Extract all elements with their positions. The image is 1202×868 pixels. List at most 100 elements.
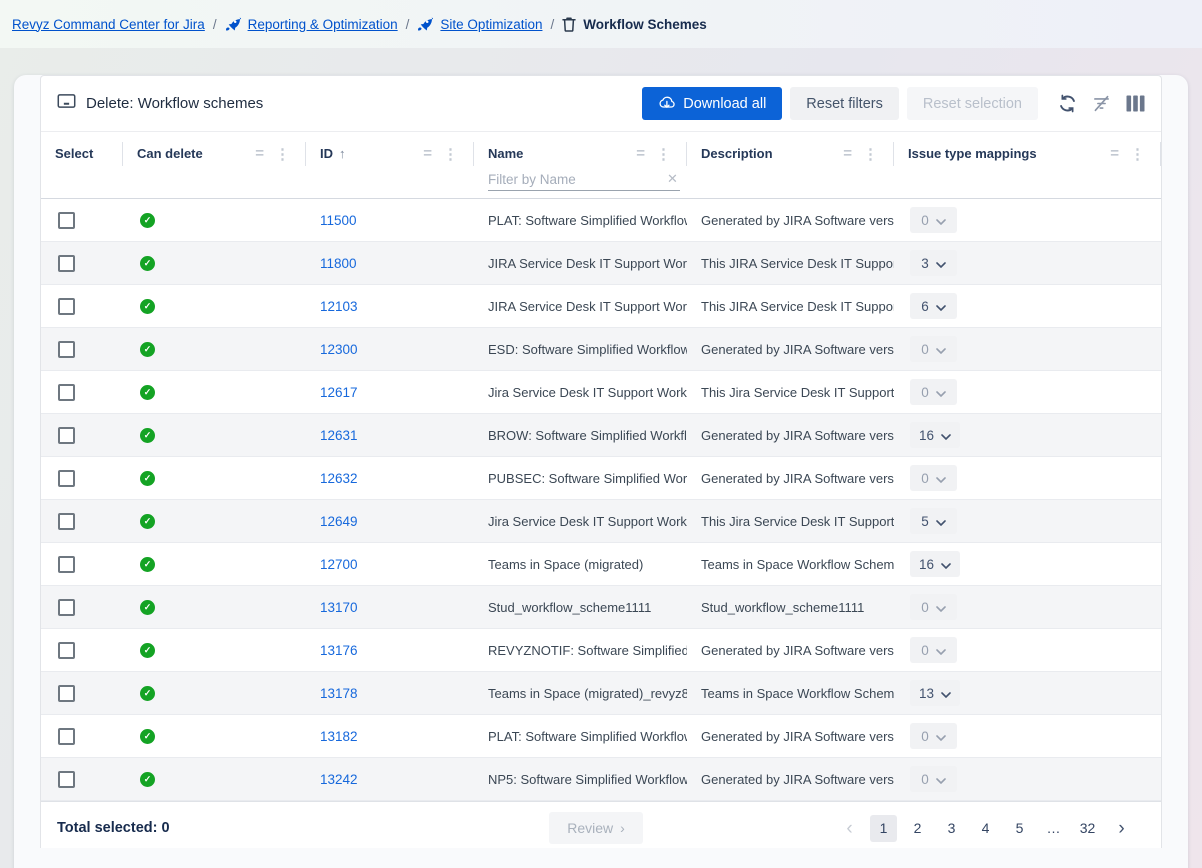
row-select-checkbox[interactable]: [58, 298, 75, 315]
breadcrumb-link[interactable]: Revyz Command Center for Jira: [12, 17, 205, 32]
mappings-count: 16: [919, 557, 934, 572]
id-cell: 12103: [306, 285, 474, 327]
columns-icon[interactable]: [1126, 95, 1145, 112]
id-link[interactable]: 13178: [320, 686, 358, 701]
column-options-icon[interactable]: ⋮: [275, 145, 290, 163]
id-link[interactable]: 12632: [320, 471, 358, 486]
filter-row: ✕: [41, 171, 1161, 198]
pagination-page-2[interactable]: 2: [904, 815, 931, 842]
name-cell: Jira Service Desk IT Support Workflow: [474, 500, 687, 542]
mappings-cell: 16: [894, 543, 1161, 585]
pagination-page-4[interactable]: 4: [972, 815, 999, 842]
row-select-checkbox[interactable]: [58, 556, 75, 573]
row-select-checkbox[interactable]: [58, 212, 75, 229]
row-select-checkbox[interactable]: [58, 685, 75, 702]
column-filter-menu-icon[interactable]: =: [843, 145, 852, 162]
row-select-checkbox[interactable]: [58, 470, 75, 487]
issue-type-mappings-dropdown[interactable]: 3: [910, 250, 957, 276]
toolbar-icon-group: [1058, 94, 1145, 113]
id-link[interactable]: 12103: [320, 299, 358, 314]
table-row: ✓12103JIRA Service Desk IT Support Workf…: [41, 285, 1161, 328]
table-row: ✓13176REVYZNOTIF: Software Simplified Wo…: [41, 629, 1161, 672]
can-delete-cell: ✓: [123, 242, 306, 284]
breadcrumb-item-command-center[interactable]: Revyz Command Center for Jira: [12, 17, 205, 32]
download-all-button[interactable]: Download all: [642, 87, 782, 120]
pagination-prev-icon[interactable]: ‹: [836, 815, 863, 842]
name-cell: PUBSEC: Software Simplified Workflow: [474, 457, 687, 499]
select-cell: [41, 586, 123, 628]
select-cell: [41, 242, 123, 284]
description-cell: Generated by JIRA Software version: [687, 715, 894, 757]
table-footer: Total selected: 0 Review › ‹12345…32›: [41, 801, 1161, 848]
id-link[interactable]: 12631: [320, 428, 358, 443]
column-filter-menu-icon[interactable]: =: [636, 145, 645, 162]
clear-filter-icon[interactable]: ✕: [665, 171, 680, 187]
can-delete-cell: ✓: [123, 586, 306, 628]
issue-type-mappings-dropdown[interactable]: 6: [910, 293, 957, 319]
issue-type-mappings-dropdown[interactable]: 16: [910, 551, 960, 577]
id-link[interactable]: 12617: [320, 385, 358, 400]
column-options-icon[interactable]: ⋮: [1130, 145, 1145, 163]
select-cell: [41, 500, 123, 542]
row-select-checkbox[interactable]: [58, 427, 75, 444]
pagination-page-1[interactable]: 1: [870, 815, 897, 842]
row-select-checkbox[interactable]: [58, 513, 75, 530]
id-link[interactable]: 12700: [320, 557, 358, 572]
id-link[interactable]: 13182: [320, 729, 358, 744]
issue-type-mappings-dropdown[interactable]: 16: [910, 422, 960, 448]
column-filter-menu-icon[interactable]: =: [255, 145, 264, 162]
column-options-icon[interactable]: ⋮: [863, 145, 878, 163]
pagination-next-icon[interactable]: ›: [1108, 815, 1135, 842]
column-menu-group: =⋮: [255, 145, 296, 163]
column-options-icon[interactable]: ⋮: [656, 145, 671, 163]
breadcrumb-item-reporting-optimization[interactable]: Reporting & Optimization: [225, 16, 398, 32]
row-select-checkbox[interactable]: [58, 771, 75, 788]
review-button[interactable]: Review ›: [549, 812, 643, 844]
mappings-cell: 3: [894, 242, 1161, 284]
row-select-checkbox[interactable]: [58, 642, 75, 659]
issue-type-mappings-dropdown[interactable]: 13: [910, 680, 960, 706]
id-link[interactable]: 12649: [320, 514, 358, 529]
breadcrumb-link[interactable]: Site Optimization: [440, 17, 542, 32]
row-select-checkbox[interactable]: [58, 384, 75, 401]
column-filter-menu-icon[interactable]: =: [1110, 145, 1119, 162]
filter-off-icon[interactable]: [1092, 94, 1111, 113]
id-link[interactable]: 13170: [320, 600, 358, 615]
id-link[interactable]: 12300: [320, 342, 358, 357]
issue-type-mappings-dropdown[interactable]: 0: [910, 465, 957, 491]
id-link[interactable]: 13176: [320, 643, 358, 658]
issue-type-mappings-dropdown[interactable]: 0: [910, 723, 957, 749]
select-cell: [41, 457, 123, 499]
name-filter-input[interactable]: [488, 172, 665, 187]
issue-type-mappings-dropdown[interactable]: 0: [910, 379, 957, 405]
breadcrumb-item-site-optimization[interactable]: Site Optimization: [417, 16, 542, 32]
reset-selection-button[interactable]: Reset selection: [907, 87, 1038, 120]
id-link[interactable]: 11500: [320, 213, 357, 228]
row-select-checkbox[interactable]: [58, 255, 75, 272]
row-select-checkbox[interactable]: [58, 728, 75, 745]
issue-type-mappings-dropdown[interactable]: 0: [910, 207, 957, 233]
issue-type-mappings-dropdown[interactable]: 5: [910, 508, 957, 534]
row-select-checkbox[interactable]: [58, 599, 75, 616]
column-header-label: Description: [701, 146, 773, 161]
reset-filters-button[interactable]: Reset filters: [790, 87, 899, 120]
issue-type-mappings-dropdown[interactable]: 0: [910, 336, 957, 362]
id-cell: 12649: [306, 500, 474, 542]
issue-type-mappings-dropdown[interactable]: 0: [910, 594, 957, 620]
sort-ascending-icon[interactable]: ↑: [339, 146, 346, 161]
column-filter-menu-icon[interactable]: =: [423, 145, 432, 162]
issue-type-mappings-dropdown[interactable]: 0: [910, 766, 957, 792]
column-options-icon[interactable]: ⋮: [443, 145, 458, 163]
select-cell: [41, 715, 123, 757]
pagination-page-5[interactable]: 5: [1006, 815, 1033, 842]
total-selected-label: Total selected: 0: [57, 820, 549, 836]
row-select-checkbox[interactable]: [58, 341, 75, 358]
pagination-page-32[interactable]: 32: [1074, 815, 1101, 842]
mappings-cell: 13: [894, 672, 1161, 714]
id-link[interactable]: 13242: [320, 772, 358, 787]
id-link[interactable]: 11800: [320, 256, 357, 271]
refresh-icon[interactable]: [1058, 94, 1077, 113]
pagination-page-3[interactable]: 3: [938, 815, 965, 842]
breadcrumb-link[interactable]: Reporting & Optimization: [248, 17, 398, 32]
issue-type-mappings-dropdown[interactable]: 0: [910, 637, 957, 663]
